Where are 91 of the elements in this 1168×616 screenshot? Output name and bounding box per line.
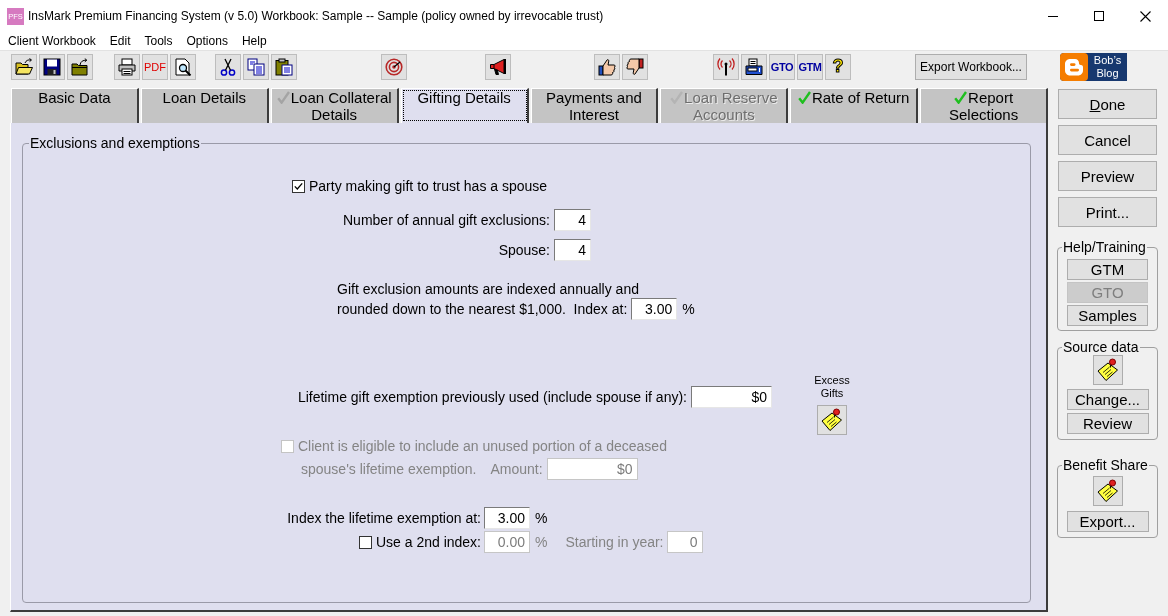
toolbar-button[interactable] (67, 53, 93, 80)
side-button[interactable]: Cancel (1058, 125, 1157, 155)
group-title: Source data (1062, 339, 1140, 355)
group-button[interactable]: GTM (1067, 259, 1148, 280)
thumbs-down-icon (626, 57, 644, 76)
tab[interactable]: Loan Details (140, 88, 269, 123)
input-field[interactable]: $0 (691, 386, 772, 408)
group-button[interactable]: Review (1066, 413, 1149, 434)
excess-gifts-label: Excess Gifts (813, 374, 851, 400)
toolbar-button[interactable] (713, 53, 739, 80)
toolbar-button[interactable]: GTO (769, 53, 795, 80)
input-field[interactable]: 4 (554, 239, 591, 261)
menu-item[interactable]: Client Workbook (1, 32, 103, 50)
toolbar-button[interactable] (170, 53, 196, 80)
note-button[interactable] (817, 405, 847, 435)
pinned-note-icon (1095, 358, 1120, 382)
save-icon (43, 57, 61, 76)
group-button[interactable]: Export... (1066, 511, 1149, 532)
menu-item[interactable]: Help (234, 32, 274, 50)
field-label: Number of annual gift exclusions: (343, 212, 550, 228)
checkbox-label: Client is eligible to include an unused portion of a deceased (298, 438, 667, 454)
window-title: InsMark Premium Financing System (v 5.0) Workbook: Sample -- Sample (policy owned by irrevocable trust) (28, 9, 604, 23)
tab[interactable]: Gifting Details (400, 88, 529, 123)
target-icon (385, 57, 403, 76)
checkbox[interactable] (292, 179, 305, 193)
megaphone-icon (489, 57, 507, 76)
side-button[interactable]: Done (1058, 89, 1157, 119)
field-label: Amount: (490, 461, 543, 477)
preview-icon (174, 57, 192, 76)
toolbar-button[interactable]: PDF (142, 53, 168, 80)
tab[interactable]: Loan Collateral Details (270, 88, 399, 123)
group-title: Help/Training (1062, 239, 1147, 255)
side-button[interactable]: Print... (1058, 197, 1157, 227)
checkbox-label: Party making gift to trust has a spouse (309, 178, 548, 194)
toolbar-button[interactable] (622, 53, 648, 80)
checkbox-label: Use a 2nd index: (375, 534, 481, 550)
side-button[interactable]: Preview (1058, 161, 1157, 191)
group-title: Benefit Share (1062, 457, 1149, 473)
note-text: Gift exclusion amounts are indexed annually and (337, 281, 639, 298)
input-field[interactable]: 0 (666, 531, 703, 553)
input-field[interactable]: 3.00 (631, 298, 678, 320)
printer-icon (118, 57, 136, 76)
toolbar-button[interactable] (741, 53, 767, 80)
field-label: Index the lifetime exemption at: (287, 510, 481, 526)
checkbox-label: spouse's lifetime exemption. (301, 461, 477, 477)
group-button[interactable]: Change... (1066, 389, 1149, 410)
group-button[interactable]: Samples (1067, 305, 1148, 326)
menu-item[interactable]: Tools (137, 32, 180, 50)
input-field[interactable]: 3.00 (484, 507, 530, 529)
unit-label: % (535, 534, 548, 550)
toolbar-button[interactable] (11, 53, 37, 80)
tab[interactable]: Rate of Return (790, 88, 919, 123)
toolbar-button[interactable] (594, 53, 620, 80)
fax-machine-icon (745, 57, 763, 76)
tab[interactable]: Report Selections (920, 88, 1048, 123)
checkbox[interactable] (358, 535, 372, 549)
menu-item[interactable]: Options (179, 32, 235, 50)
open-folder-icon (15, 57, 33, 76)
toolbar-button[interactable] (114, 53, 140, 80)
note-text: rounded down to the nearest $1,000. Index at: (337, 301, 628, 317)
tab[interactable]: Payments and Interest (530, 88, 659, 123)
blog-link[interactable]: Bob’s Blog (1060, 52, 1127, 81)
unit-label: % (682, 301, 695, 317)
thumbs-up-icon (598, 57, 616, 76)
note-button[interactable] (1092, 476, 1123, 506)
folder-arrow-icon (71, 57, 89, 76)
menu-item[interactable]: Edit (102, 32, 138, 50)
copy-icon (247, 57, 265, 76)
minimize-icon (1048, 15, 1058, 17)
toolbar-button[interactable] (39, 53, 65, 80)
group-title: Exclusions and exemptions (29, 135, 201, 151)
clipboard-icon (275, 57, 293, 76)
pinned-note-icon (820, 408, 844, 432)
close-icon (1139, 10, 1151, 22)
field-label: Starting in year: (565, 534, 664, 550)
unit-label: % (535, 510, 548, 526)
tab[interactable]: Basic Data (11, 88, 139, 123)
maximize-icon (1094, 11, 1104, 21)
toolbar-button[interactable] (215, 53, 241, 80)
field-label: Lifetime gift exemption previously used (include spouse if any): (297, 389, 687, 405)
toolbar-button[interactable]: GTM (797, 53, 823, 80)
scissors-icon (219, 57, 237, 76)
logo-icon (1060, 52, 1088, 81)
toolbar-button[interactable] (485, 53, 511, 80)
export-workbook-button[interactable]: Export Workbook... (915, 53, 1027, 80)
pinned-note-icon (1095, 479, 1120, 503)
toolbar-button[interactable] (271, 53, 297, 80)
field-label: Spouse: (498, 242, 550, 258)
antenna-icon (717, 57, 735, 76)
note-button[interactable] (1092, 355, 1123, 385)
input-field[interactable]: 4 (554, 209, 591, 231)
